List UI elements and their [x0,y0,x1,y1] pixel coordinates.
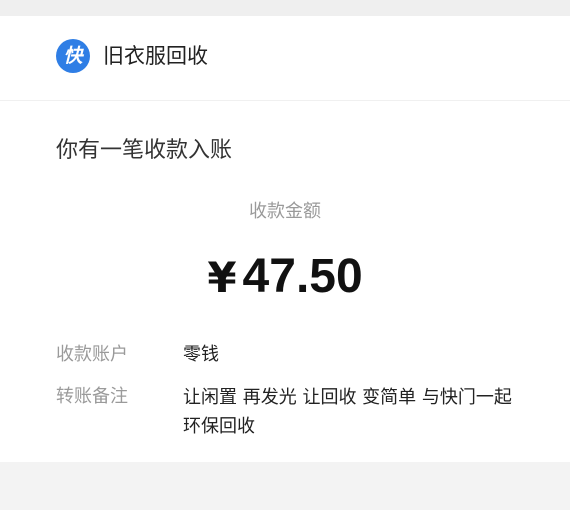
notice-title: 你有一笔收款入账 [56,138,233,163]
bottom-background [0,462,570,510]
remark-label: 转账备注 [56,386,128,407]
amount-label: 收款金额 [249,201,321,222]
account-value: 零钱 [183,344,219,365]
currency-symbol: ¥ [207,253,237,302]
remark-value: 让闲置 再发光 让回收 变简单 与快门一起环保回收 [183,387,512,437]
payment-card: 快 旧衣服回收 你有一笔收款入账 收款金额 ¥47.50 收款账户 零钱 转账备… [0,16,570,462]
top-strip [0,0,570,16]
payment-amount: ¥47.50 [0,246,570,309]
app-logo-icon: 快 [56,39,90,73]
app-header: 快 旧衣服回收 [0,16,570,101]
amount-value: 47.50 [242,250,363,303]
payment-notification-page: 快 旧衣服回收 你有一笔收款入账 收款金额 ¥47.50 收款账户 零钱 转账备… [0,0,570,510]
app-name: 旧衣服回收 [103,44,208,68]
account-label: 收款账户 [56,344,128,365]
